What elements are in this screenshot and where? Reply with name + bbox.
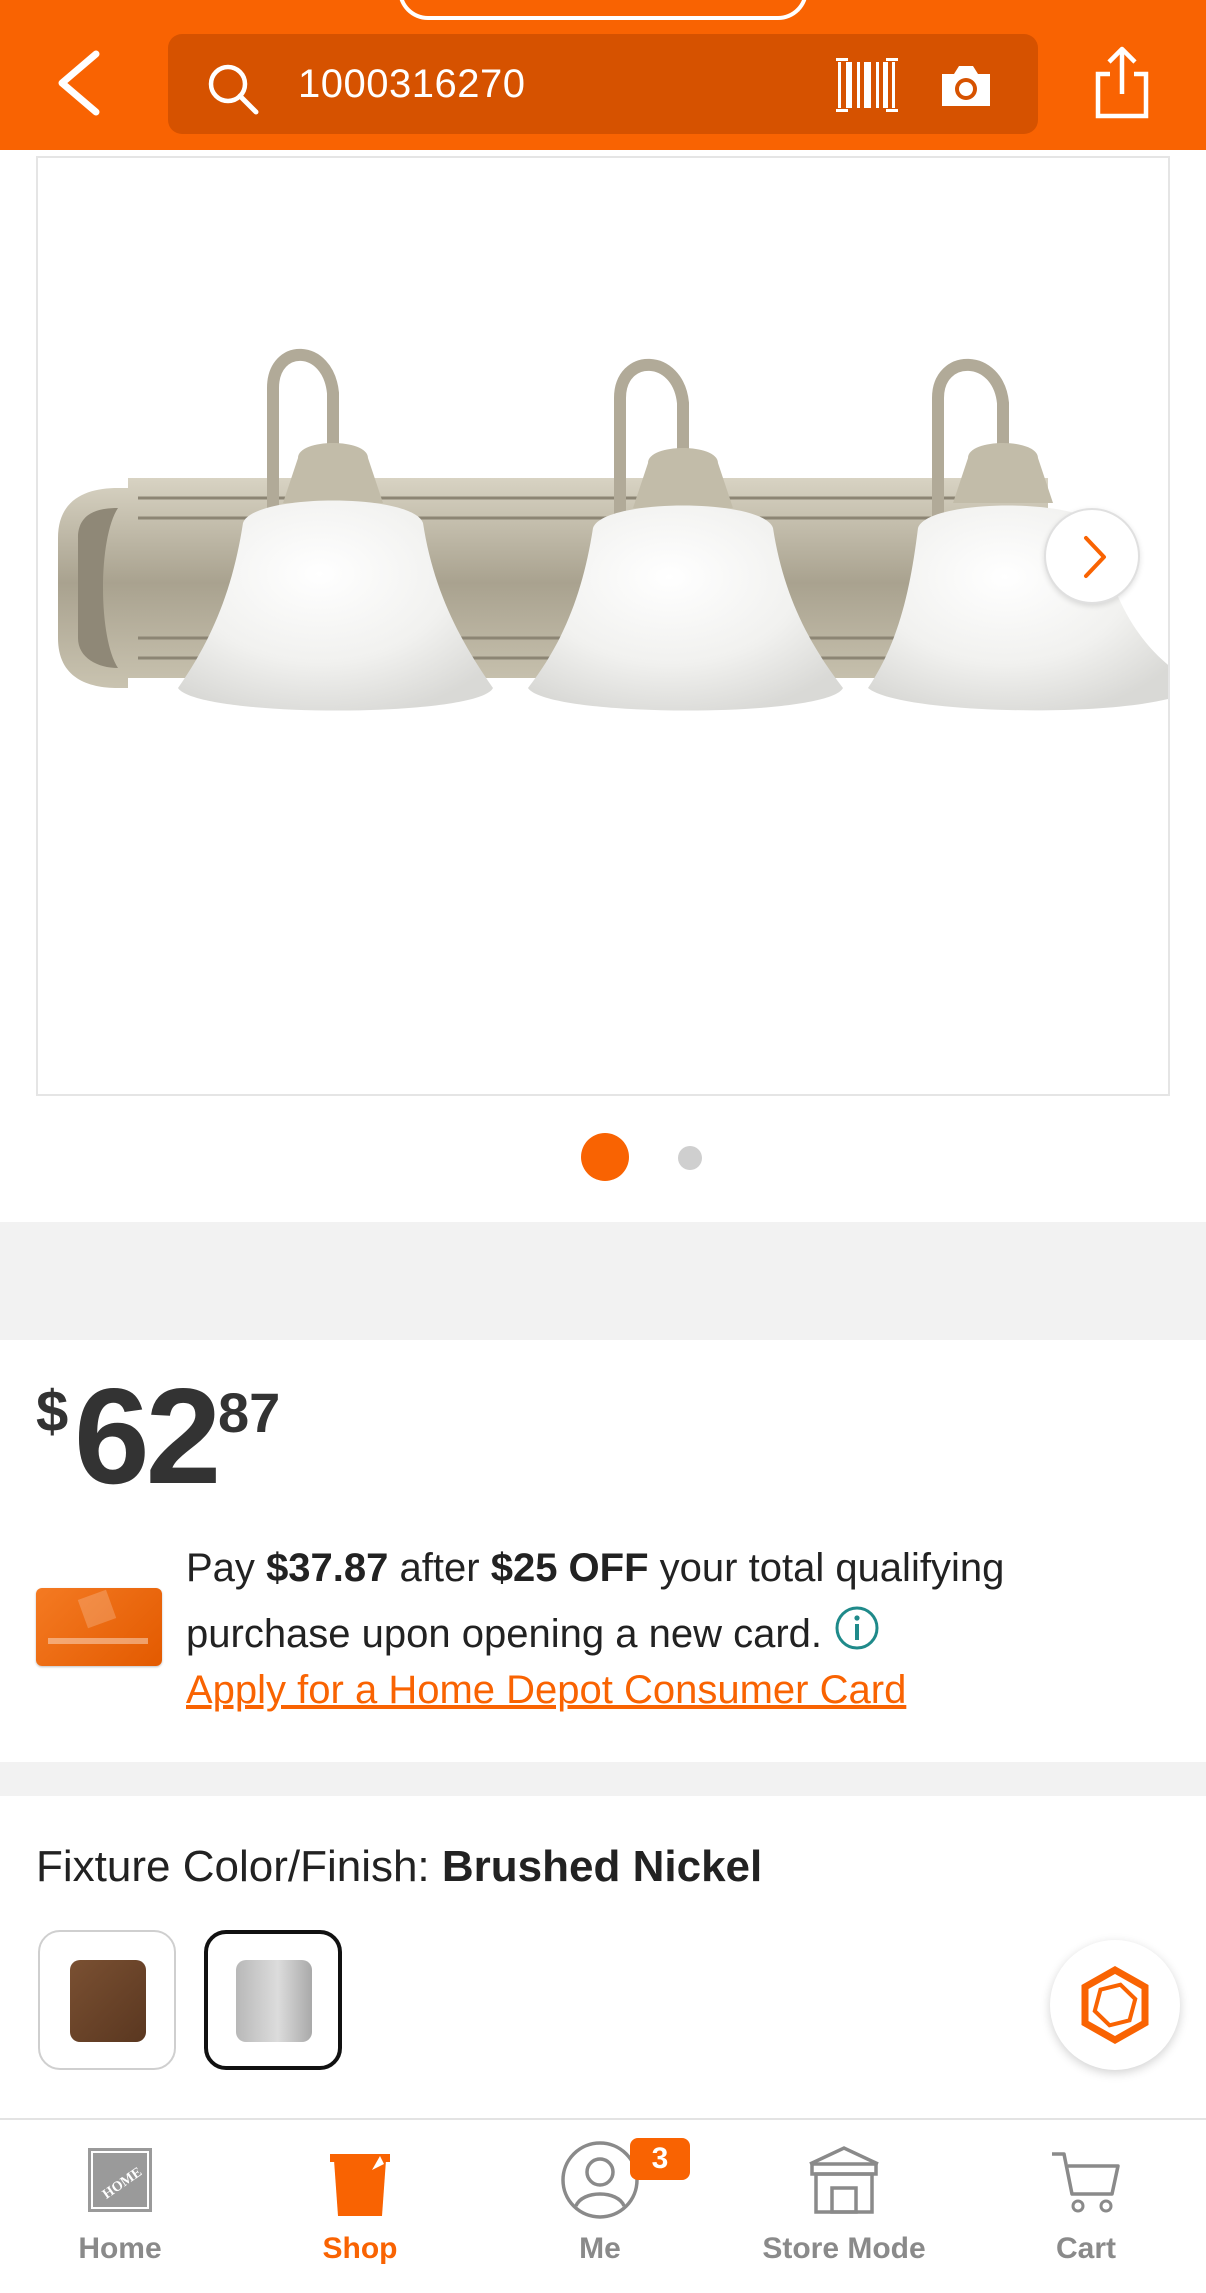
finish-selected-value: Brushed Nickel — [441, 1842, 763, 1891]
promo-rest: your total qualifying — [659, 1546, 1005, 1590]
search-icon — [208, 64, 259, 115]
apply-card-link[interactable]: Apply for a Home Depot Consumer Card — [186, 1668, 906, 1713]
section-divider — [0, 1222, 1206, 1340]
chat-assistant-button[interactable] — [1050, 1940, 1180, 2070]
bucket-icon — [330, 2154, 390, 2216]
search-input[interactable]: 1000316270 — [168, 34, 1038, 134]
nickel-color-chip — [236, 1960, 312, 2042]
bronze-color-chip — [70, 1960, 146, 2042]
nav-me-label: Me — [579, 2232, 621, 2265]
device-notch — [398, 0, 808, 20]
hexagon-chat-icon — [1081, 1965, 1149, 2045]
notification-badge: 3 — [630, 2138, 690, 2180]
section-divider-2 — [0, 1762, 1206, 1796]
promo-after: after — [399, 1546, 480, 1590]
nav-store-mode[interactable]: Store Mode — [724, 2120, 964, 2293]
nav-home-label: Home — [78, 2232, 162, 2265]
share-icon — [1095, 46, 1149, 119]
nav-shop-label: Shop — [322, 2232, 398, 2265]
vanity-light-fixture-image — [38, 158, 1168, 1094]
nav-store-mode-label: Store Mode — [762, 2232, 926, 2265]
back-button[interactable] — [52, 48, 108, 118]
home-depot-logo-icon: HOME — [88, 2148, 152, 2212]
carousel-dot-active[interactable] — [581, 1133, 629, 1181]
nav-cart[interactable]: Cart — [966, 2120, 1206, 2293]
store-icon — [809, 2146, 879, 2214]
finish-label-text: Fixture Color/Finish: — [36, 1842, 430, 1891]
price-currency: $ — [36, 1379, 69, 1444]
cart-icon — [1052, 2152, 1120, 2213]
price-dollars: 62 — [74, 1360, 221, 1512]
finish-label: Fixture Color/Finish: Brushed Nickel — [36, 1842, 762, 1892]
card-number-stripe — [48, 1638, 148, 1644]
search-value: 1000316270 — [298, 62, 526, 106]
promo-amount: $37.87 — [266, 1546, 389, 1590]
bottom-navigation: HOME Home Shop Me 3 Store Mode Cart — [0, 2118, 1206, 2293]
chevron-right-icon — [1084, 536, 1106, 578]
nav-cart-label: Cart — [1055, 2232, 1116, 2265]
promo-pay: Pay — [186, 1546, 255, 1590]
card-promo-text: Pay $37.87 after $25 OFF your total qual… — [186, 1535, 1086, 1667]
product-gallery — [0, 150, 1206, 1220]
swatch-brushed-nickel[interactable] — [204, 1930, 342, 2070]
carousel-dot[interactable] — [678, 1146, 702, 1170]
price-cents: 87 — [218, 1381, 281, 1444]
barcode-icon[interactable] — [836, 58, 898, 112]
share-button[interactable] — [1092, 44, 1152, 120]
camera-icon[interactable] — [938, 60, 994, 110]
nav-shop[interactable]: Shop — [240, 2120, 480, 2293]
promo-discount: $25 OFF — [490, 1546, 649, 1590]
info-icon[interactable] — [834, 1605, 880, 1651]
nav-home[interactable]: HOME Home — [0, 2120, 240, 2293]
credit-card-image — [36, 1588, 162, 1666]
product-image[interactable] — [36, 156, 1170, 1096]
swatch-bronze[interactable] — [38, 1930, 176, 2070]
chevron-left-icon — [58, 50, 100, 116]
user-icon — [561, 2141, 639, 2219]
promo-line2: purchase upon opening a new card. — [186, 1612, 823, 1656]
home-depot-card-logo — [77, 1589, 117, 1629]
top-bar: 1000316270 — [0, 0, 1206, 150]
next-image-button[interactable] — [1044, 508, 1140, 604]
